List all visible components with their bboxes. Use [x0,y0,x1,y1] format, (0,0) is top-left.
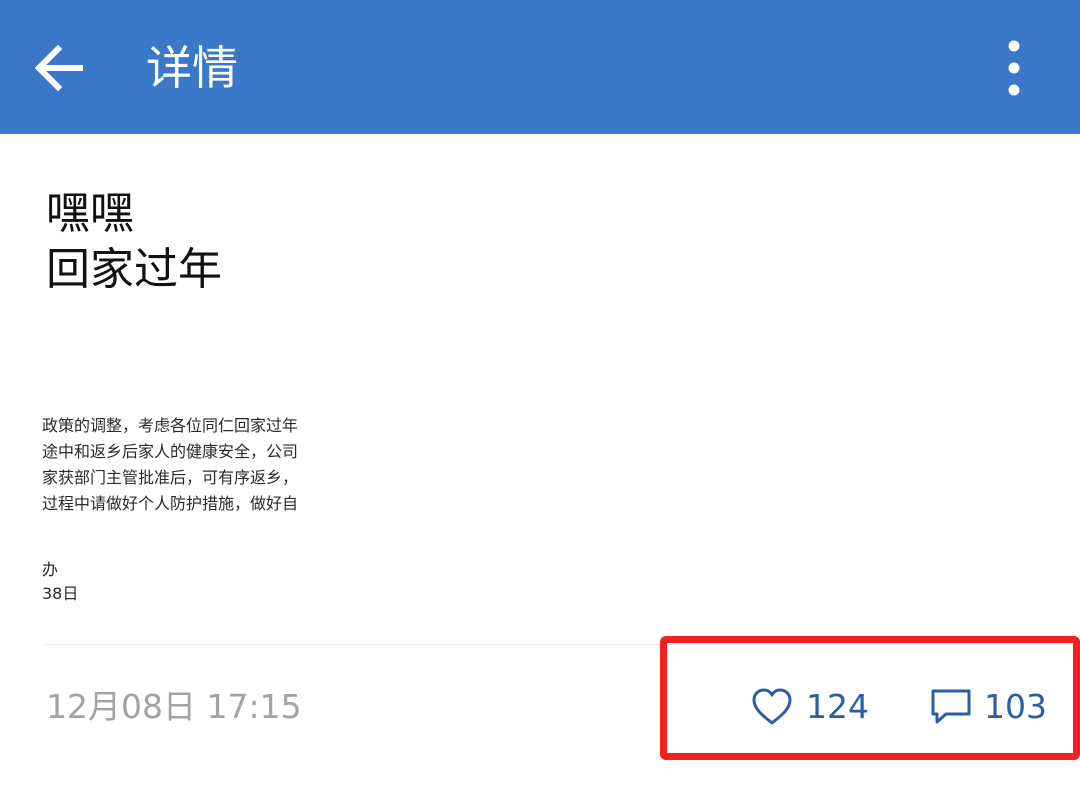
comment-button[interactable]: 103 [930,684,1047,730]
notice-text-line: 家获部门主管批准后，可有序返乡， [42,468,299,487]
post-image[interactable]: 政策的调整，考虑各位同仁回家过年 途中和返乡后家人的健康安全，公司 家获部门主管… [42,408,320,608]
comment-count: 103 [984,687,1047,726]
more-options-button[interactable] [990,36,1040,100]
heart-icon [752,688,792,725]
like-button[interactable]: 124 [750,684,869,730]
page-title: 详情 [146,41,238,95]
post-title-line: 嘿嘿 [46,188,134,239]
notice-text-line: 办 [42,560,59,579]
back-button[interactable] [30,36,90,100]
notice-text-line: 途中和返乡后家人的健康安全，公司 [42,442,299,461]
notice-text-line: 38日 [42,584,79,603]
like-count: 124 [806,687,869,726]
notice-text-line: 政策的调整，考虑各位同仁回家过年 [42,416,299,435]
post-timestamp: 12月08日 17:15 [46,687,302,726]
app-bar: 详情 [0,0,1080,134]
more-vertical-icon [1008,40,1020,96]
comment-icon [931,689,971,724]
notice-text-line: 过程中请做好个人防护措施，做好自 [42,494,299,513]
post-title-line: 回家过年 [46,244,222,295]
post-title: 嘿嘿 回家过年 [46,186,222,298]
arrow-left-icon [34,44,83,92]
